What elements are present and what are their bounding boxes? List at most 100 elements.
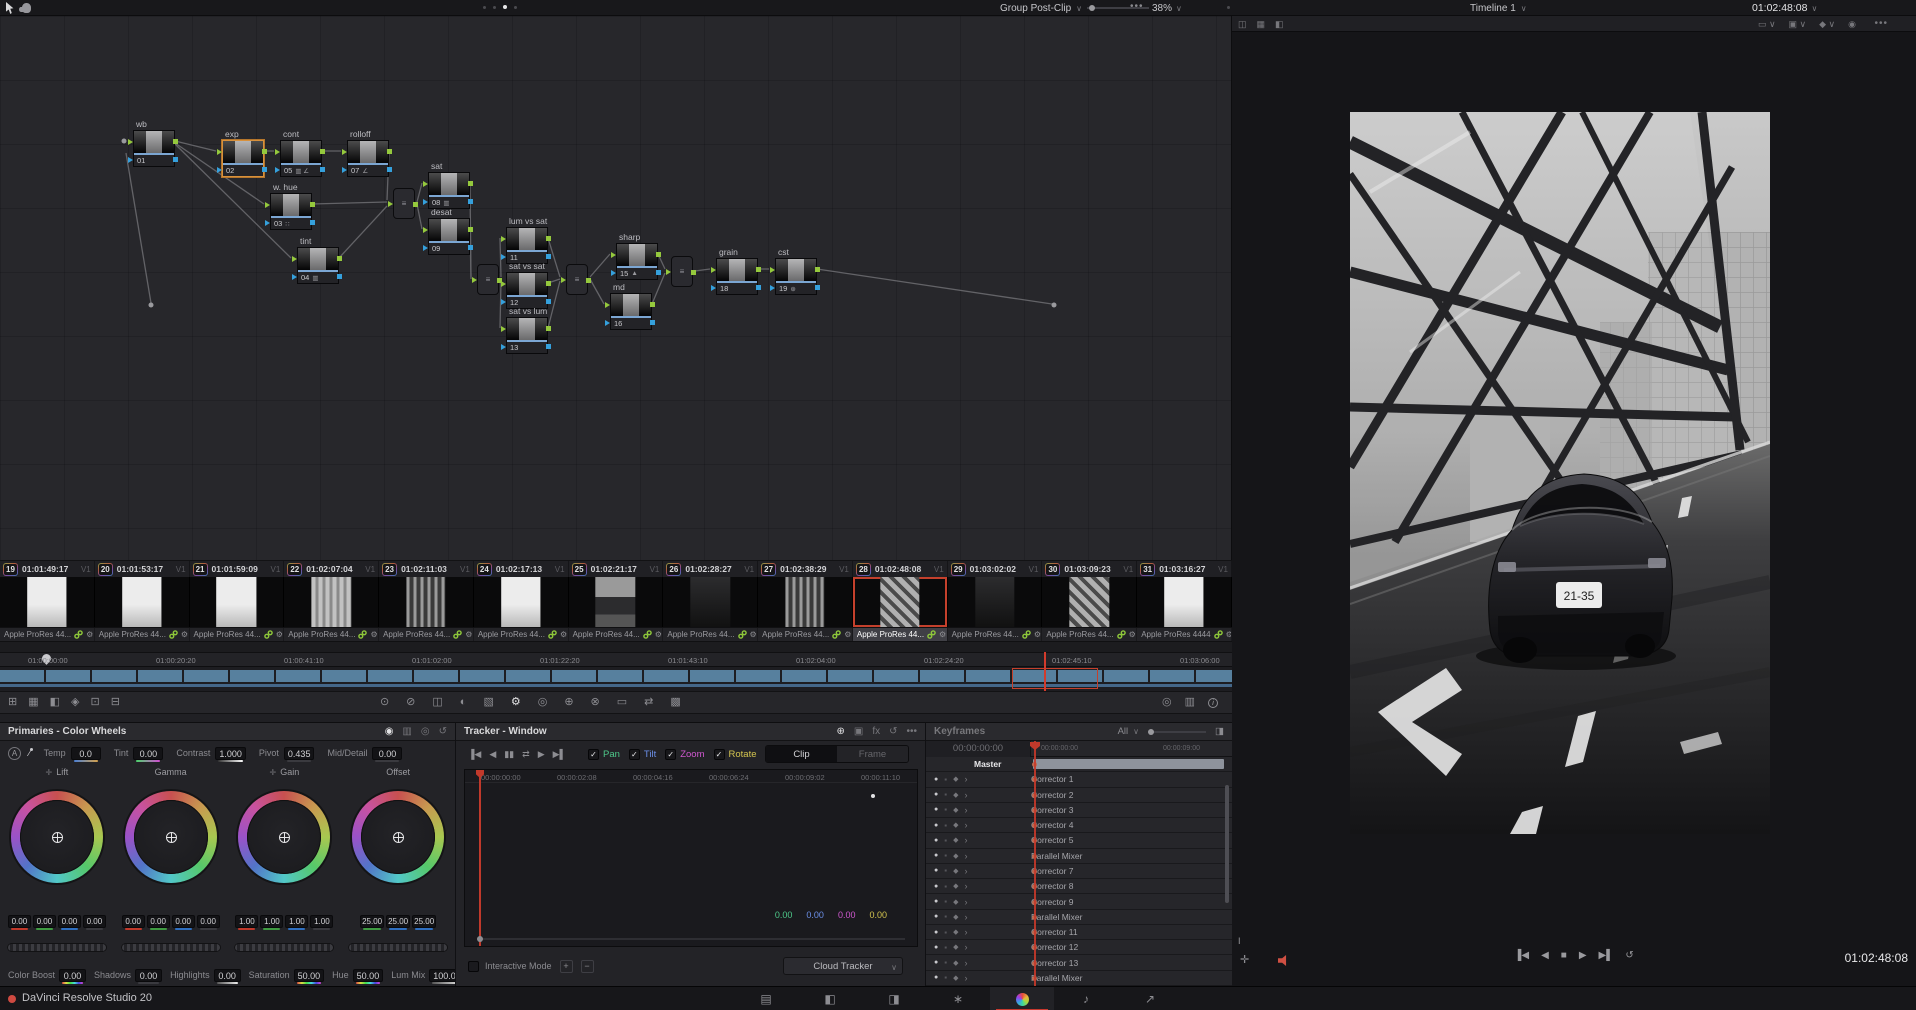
lift-value-field[interactable]: 0.00 <box>32 915 56 930</box>
rgb-output-port[interactable] <box>320 149 325 154</box>
enable-dot-icon[interactable]: ● <box>934 837 938 844</box>
group-selector-dropdown[interactable]: Group Post-Clip <box>1000 3 1071 14</box>
rgb-output-port[interactable] <box>468 227 473 232</box>
corrector-node[interactable]: cst 19 ⊕ <box>770 247 820 295</box>
lock-icon[interactable]: ▪ <box>944 836 947 845</box>
unmix-icon[interactable]: ⊙ <box>380 697 389 708</box>
keyframe-track-row[interactable]: ● ▪ ◆ › Corrector 12 <box>926 940 1232 956</box>
node-box[interactable]: 16 <box>605 293 655 330</box>
fx-icon[interactable]: fx <box>872 726 880 737</box>
gear-icon[interactable]: ⚙ <box>1129 630 1136 639</box>
highlight-icon[interactable]: ◈ <box>71 697 79 708</box>
key-output-port[interactable] <box>546 254 551 259</box>
rgb-output-port[interactable] <box>262 149 267 154</box>
last-frame-icon[interactable]: ▶▌ <box>553 749 566 760</box>
gain-master-slider[interactable] <box>234 943 335 952</box>
corrector-node[interactable]: rolloff 07 ∠ <box>342 129 392 177</box>
gamma-master-slider[interactable] <box>120 943 221 952</box>
gamma-value-field[interactable]: 0.00 <box>146 915 170 930</box>
keyframe-track-row[interactable]: ● ▪ ◆ › Corrector 2 <box>926 787 1232 803</box>
grid-view-icon[interactable]: ▦ <box>1257 19 1266 30</box>
Apple ProRes 44...[interactable]: 22 01:02:07:04 V1 <box>284 561 380 577</box>
key-input-port[interactable] <box>501 254 506 260</box>
clip-mode-button[interactable]: Clip <box>766 746 837 762</box>
keyframe-track-row[interactable]: ● ▪ ◆ › Corrector 5 <box>926 833 1232 849</box>
gamma-wheel[interactable] <box>124 791 217 883</box>
Apple ProRes 44...[interactable]: Apple ProRes 44... ⚙ <box>0 628 95 641</box>
key-output-port[interactable] <box>656 270 661 275</box>
corrector-node[interactable]: grain 18 <box>711 247 761 295</box>
key-input-port[interactable] <box>275 167 280 173</box>
enable-dot-icon[interactable]: ● <box>934 913 938 920</box>
node-box[interactable]: 04 ▥ <box>292 247 342 284</box>
keyframe-track-row[interactable]: ● ▪ ◆ › Parallel Mixer <box>926 909 1232 925</box>
rgb-input-port[interactable] <box>342 149 347 155</box>
param-value-field[interactable]: 0.0 <box>70 746 101 762</box>
lock-icon[interactable]: ▪ <box>944 866 947 875</box>
key-input-port[interactable] <box>128 157 133 163</box>
key-output-port[interactable] <box>468 199 473 204</box>
lock-icon[interactable]: ▪ <box>944 943 947 952</box>
key-output-port[interactable] <box>173 157 178 162</box>
param-value-field[interactable]: 50.00 <box>352 968 384 984</box>
keyframe-zoom-slider[interactable] <box>1148 728 1207 735</box>
first-frame-icon[interactable]: ▐◀ <box>468 749 481 760</box>
keyframe-icon[interactable]: ◆ <box>953 867 958 875</box>
mixer-output-port[interactable] <box>497 278 502 283</box>
lock-icon[interactable]: ▪ <box>944 851 947 860</box>
key-output-port[interactable] <box>320 167 325 172</box>
Apple ProRes 44...[interactable]: 27 01:02:38:29 V1 <box>758 561 853 577</box>
viewer-options-icon[interactable]: ✛ <box>1240 953 1249 966</box>
lightbox-icon[interactable]: ▦ <box>28 697 38 708</box>
keyframe-track-row[interactable]: ● ▪ ◆ › Corrector 9 <box>926 894 1232 910</box>
bypass-icon[interactable]: ⊘ <box>406 697 415 708</box>
chevron-down-icon[interactable]: ∨ <box>1811 4 1817 13</box>
enable-dot-icon[interactable]: ● <box>934 806 938 813</box>
scopes-icon[interactable]: ▩ <box>670 697 680 708</box>
gear-icon[interactable]: ⚙ <box>465 630 472 639</box>
tracker-graph[interactable]: 00:00:00:00 00:00:02:08 00:00:04:16 00:00:0… <box>464 769 918 947</box>
lock-icon[interactable]: ▪ <box>944 973 947 982</box>
param-value-field[interactable]: 0.00 <box>372 746 403 762</box>
highlight-icon[interactable]: ◎ <box>538 697 548 708</box>
mixer-output-port[interactable] <box>691 270 696 275</box>
expand-chevron-icon[interactable]: › <box>964 973 967 983</box>
reset-icon[interactable]: ↺ <box>439 726 447 737</box>
gear-icon[interactable]: ⚙ <box>1034 630 1041 639</box>
expand-chevron-icon[interactable]: › <box>964 942 967 952</box>
stop-icon[interactable]: ■ <box>1561 950 1567 961</box>
gamma-value-field[interactable]: 0.00 <box>121 915 145 930</box>
rgb-output-port[interactable] <box>546 236 551 241</box>
rgb-output-port[interactable] <box>337 256 342 261</box>
rgb-input-port[interactable] <box>501 236 506 242</box>
keyframe-track-row[interactable]: ● ▪ ◆ › Corrector 4 <box>926 818 1232 834</box>
mixer-input-port[interactable] <box>561 277 566 283</box>
param-value-field[interactable]: 0.00 <box>59 968 87 984</box>
keyframe-icon[interactable]: ◆ <box>953 836 958 844</box>
media-page-icon[interactable]: ▤ <box>734 987 798 1010</box>
more-options-icon[interactable]: ••• <box>1874 18 1888 29</box>
corrector-node[interactable]: tint 04 ▥ <box>292 236 342 284</box>
key-output-port[interactable] <box>815 285 820 290</box>
split-screen-icon[interactable]: ◫ <box>432 697 442 708</box>
expand-chevron-icon[interactable]: › <box>964 790 967 800</box>
lift-value-field[interactable]: 0.00 <box>82 915 106 930</box>
pause-icon[interactable]: ▮▮ <box>504 749 514 760</box>
interactive-mode-checkbox[interactable] <box>468 960 479 972</box>
keyframe-icon[interactable]: ◆ <box>953 943 958 951</box>
Apple ProRes 44...[interactable]: Apple ProRes 44... ⚙ <box>474 628 569 641</box>
fusion-page-icon[interactable]: ∗ <box>926 987 990 1010</box>
key-output-port[interactable] <box>262 167 267 172</box>
key-input-port[interactable] <box>292 274 297 280</box>
rgb-output-port[interactable] <box>650 302 655 307</box>
offset-value-field[interactable]: 25.00 <box>412 915 437 930</box>
Apple ProRes 44...[interactable]: Apple ProRes 44... ⚙ <box>852 628 948 641</box>
enable-dot-icon[interactable]: ● <box>934 867 938 874</box>
Apple ProRes 44...[interactable]: Apple ProRes 44... ⚙ <box>379 628 474 641</box>
tracker-axis-checkbox[interactable]: ✓ Rotate <box>713 748 757 760</box>
camera-icon[interactable]: ▣ <box>854 726 863 737</box>
expand-icon[interactable]: ◨ <box>1215 726 1224 737</box>
Apple ProRes 44...[interactable]: Apple ProRes 44... ⚙ <box>758 628 853 641</box>
fairlight-page-icon[interactable]: ♪ <box>1054 987 1118 1010</box>
expand-chevron-icon[interactable]: › <box>964 912 967 922</box>
